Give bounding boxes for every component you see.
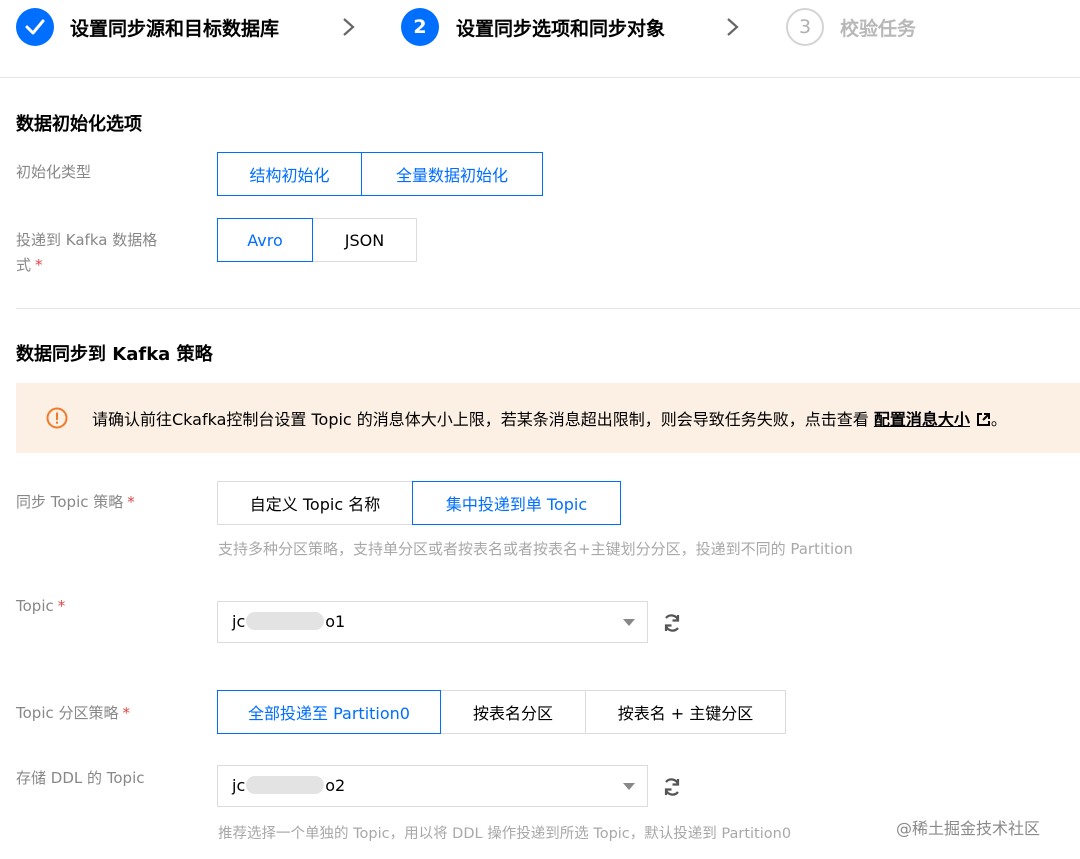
chevron-right-icon xyxy=(727,18,739,36)
chevron-down-icon xyxy=(623,619,635,626)
warning-alert: 请确认前往Ckafka控制台设置 Topic 的消息体大小上限，若某条消息超出限… xyxy=(16,383,1080,453)
topic-label: Topic * xyxy=(16,597,66,615)
chevron-right-icon xyxy=(343,18,355,36)
alert-text: 请确认前往Ckafka控制台设置 Topic 的消息体大小上限，若某条消息超出限… xyxy=(92,406,1007,430)
ddl-topic-help: 推荐选择一个单独的 Topic，用以将 DDL 操作投递到所选 Topic，默认… xyxy=(218,826,792,842)
ddl-topic-label: 存储 DDL 的 Topic xyxy=(16,769,145,787)
refresh-icon[interactable] xyxy=(661,612,683,634)
partition-strategy-label: Topic 分区策略 * xyxy=(16,704,131,722)
partition-all-to-0[interactable]: 全部投递至 Partition0 xyxy=(217,690,441,734)
init-type-full-data[interactable]: 全量数据初始化 xyxy=(361,152,543,196)
required-mark: * xyxy=(122,704,131,722)
ddl-topic-select[interactable]: jc o2 xyxy=(217,765,648,807)
step-3-label: 校验任务 xyxy=(840,18,917,40)
warning-icon xyxy=(46,407,68,429)
redacted-block xyxy=(246,612,325,630)
topic-strategy-help: 支持多种分区策略，支持单分区或者按表名或者按表名+主键划分分区，投递到不同的 P… xyxy=(218,540,853,558)
topic-select-value: jc o1 xyxy=(232,612,346,631)
format-avro[interactable]: Avro xyxy=(217,218,313,262)
section-divider xyxy=(16,308,1080,309)
external-link-icon xyxy=(976,413,990,426)
alert-message: 请确认前往Ckafka控制台设置 Topic 的消息体大小上限，若某条消息超出限… xyxy=(92,410,869,429)
init-type-structure[interactable]: 结构初始化 xyxy=(217,152,362,196)
watermark: @稀土掘金技术社区 xyxy=(896,819,1041,838)
partition-by-table-pk[interactable]: 按表名 + 主键分区 xyxy=(585,690,786,734)
partition-by-table[interactable]: 按表名分区 xyxy=(440,690,586,734)
section-title-kafka: 数据同步到 Kafka 策略 xyxy=(16,344,213,365)
required-mark: * xyxy=(127,493,135,511)
refresh-icon[interactable] xyxy=(661,776,683,798)
section-title-init: 数据初始化选项 xyxy=(16,114,142,135)
kafka-format-label-line2: 式 xyxy=(16,256,32,274)
topic-strategy-custom[interactable]: 自定义 Topic 名称 xyxy=(217,481,413,525)
topic-strategy-single[interactable]: 集中投递到单 Topic xyxy=(412,481,621,525)
ddl-topic-select-value: jc o2 xyxy=(232,776,346,795)
kafka-format-label-line1: 投递到 Kafka 数据格 xyxy=(16,231,158,249)
config-message-size-link[interactable]: 配置消息大小 xyxy=(874,410,991,429)
chevron-down-icon xyxy=(623,783,635,790)
redacted-block xyxy=(246,776,325,794)
format-json[interactable]: JSON xyxy=(312,218,417,262)
step-1-check-icon xyxy=(16,8,54,46)
step-1-label: 设置同步源和目标数据库 xyxy=(70,18,280,40)
required-mark: * xyxy=(35,256,43,274)
step-2-label: 设置同步选项和同步对象 xyxy=(456,18,666,40)
topic-strategy-label: 同步 Topic 策略 * xyxy=(16,493,135,511)
topic-select[interactable]: jc o1 xyxy=(217,601,648,643)
step-3-circle: 3 xyxy=(786,8,824,46)
init-type-label: 初始化类型 xyxy=(16,163,92,181)
kafka-format-label: 投递到 Kafka 数据格 式 * xyxy=(16,228,157,278)
step-2-circle: 2 xyxy=(401,8,439,46)
steps-bar: 设置同步源和目标数据库 2 设置同步选项和同步对象 3 校验任务 xyxy=(0,0,1080,78)
required-mark: * xyxy=(57,597,66,615)
alert-end: 。 xyxy=(990,410,1007,429)
